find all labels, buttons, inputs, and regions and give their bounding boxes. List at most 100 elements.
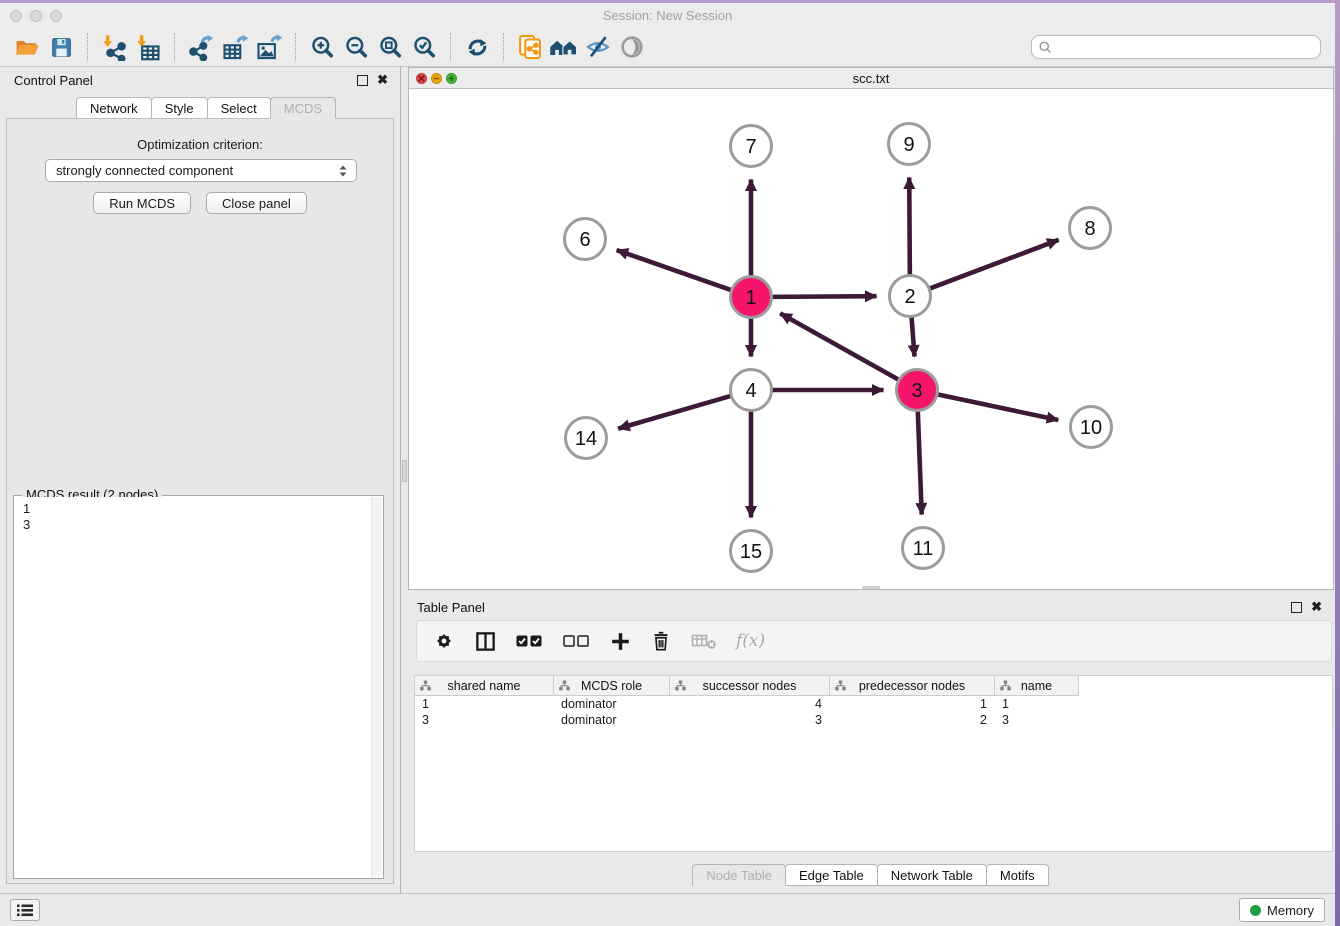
new-network-from-selection-button[interactable]: [513, 31, 547, 63]
tab-mcds[interactable]: MCDS: [270, 97, 336, 119]
network-graph[interactable]: 1 2 3 4 6 7 8 9 10 11 14 15: [409, 89, 1333, 589]
network-minimize-button[interactable]: [431, 73, 442, 84]
memory-button[interactable]: Memory: [1239, 898, 1325, 922]
search-field[interactable]: [1031, 35, 1321, 59]
graph-edge-3-1[interactable]: [780, 313, 901, 381]
splitter-handle[interactable]: [402, 460, 407, 482]
graph-node-7[interactable]: 7: [731, 126, 772, 167]
title-bar: Session: New Session: [0, 3, 1335, 28]
network-close-button[interactable]: [416, 73, 427, 84]
graph-edge-2-8[interactable]: [927, 240, 1058, 290]
graph-edge-3-10[interactable]: [935, 394, 1058, 420]
tab-node-table[interactable]: Node Table: [692, 864, 786, 886]
delete-table-icon: [691, 630, 717, 652]
table-cell[interactable]: 2: [830, 712, 995, 728]
table-cell[interactable]: 3: [670, 712, 830, 728]
table-cell[interactable]: dominator: [554, 696, 670, 712]
tab-network[interactable]: Network: [76, 97, 152, 119]
column-header-successor-nodes[interactable]: successor nodes: [670, 676, 830, 696]
graph-node-8[interactable]: 8: [1070, 208, 1111, 249]
tab-style[interactable]: Style: [151, 97, 208, 119]
table-cell[interactable]: 1: [830, 696, 995, 712]
graph-node-1[interactable]: 1: [731, 277, 772, 318]
show-all-button[interactable]: [615, 31, 649, 63]
table-cell[interactable]: 4: [670, 696, 830, 712]
apply-layout-button[interactable]: [460, 31, 494, 63]
graph-edge-3-11[interactable]: [918, 408, 922, 514]
hide-selected-button[interactable]: [581, 31, 615, 63]
node-table[interactable]: shared nameMCDS rolesuccessor nodesprede…: [414, 675, 1333, 852]
zoom-out-button[interactable]: [339, 31, 373, 63]
graph-node-2[interactable]: 2: [890, 276, 931, 317]
tab-select[interactable]: Select: [207, 97, 271, 119]
graph-node-15[interactable]: 15: [731, 531, 772, 572]
optimization-criterion-select[interactable]: strongly connected component: [45, 159, 357, 182]
graph-node-9[interactable]: 9: [889, 124, 930, 165]
zoom-fit-button[interactable]: [373, 31, 407, 63]
mcds-result-list[interactable]: 1 3: [15, 497, 370, 877]
mcds-result-scrollbar[interactable]: [371, 497, 382, 877]
zoom-selected-button[interactable]: [407, 31, 441, 63]
close-panel-button[interactable]: Close panel: [206, 192, 307, 214]
table-row[interactable]: 3dominator323: [415, 712, 1332, 728]
deselect-all-button[interactable]: [563, 634, 591, 648]
add-column-icon: [610, 631, 631, 652]
export-table-button[interactable]: [218, 31, 252, 63]
graph-edge-1-2[interactable]: [769, 296, 876, 297]
svg-text:2: 2: [904, 286, 915, 308]
table-row[interactable]: 1dominator411: [415, 696, 1332, 712]
graph-node-10[interactable]: 10: [1071, 407, 1112, 448]
graph-node-14[interactable]: 14: [566, 418, 607, 459]
graph-edge-1-6[interactable]: [617, 250, 734, 291]
column-type-icon: [559, 680, 570, 691]
table-header-row: shared nameMCDS rolesuccessor nodesprede…: [415, 676, 1332, 696]
save-session-button[interactable]: [44, 31, 78, 63]
table-settings-button[interactable]: [433, 630, 455, 652]
export-image-button[interactable]: [252, 31, 286, 63]
graph-edge-4-14[interactable]: [618, 395, 733, 428]
import-network-button[interactable]: [97, 31, 131, 63]
close-table-panel-icon[interactable]: ✖: [1311, 601, 1322, 612]
graph-node-6[interactable]: 6: [565, 219, 606, 260]
search-input[interactable]: [1053, 40, 1314, 55]
column-visibility-icon: [474, 630, 497, 653]
network-maximize-button[interactable]: [446, 73, 457, 84]
run-mcds-button[interactable]: Run MCDS: [93, 192, 191, 214]
add-column-button[interactable]: [610, 631, 631, 652]
graph-edge-2-3[interactable]: [911, 314, 914, 356]
graph-edge-2-9[interactable]: [909, 177, 910, 277]
table-cell[interactable]: dominator: [554, 712, 670, 728]
network-resize-handle[interactable]: [862, 586, 880, 589]
close-panel-icon[interactable]: ✖: [377, 74, 388, 85]
column-header-name[interactable]: name: [995, 676, 1079, 696]
delete-column-button[interactable]: [650, 630, 672, 652]
tab-edge-table[interactable]: Edge Table: [785, 864, 878, 886]
control-panel-title: Control Panel: [14, 73, 93, 88]
select-all-button[interactable]: [516, 634, 544, 648]
open-session-button[interactable]: [10, 31, 44, 63]
float-panel-icon[interactable]: [357, 75, 368, 86]
task-history-button[interactable]: [10, 899, 40, 921]
graph-node-4[interactable]: 4: [731, 370, 772, 411]
table-cell[interactable]: 3: [415, 712, 554, 728]
import-table-button[interactable]: [131, 31, 165, 63]
vertical-splitter[interactable]: [400, 67, 408, 893]
column-header-predecessor-nodes[interactable]: predecessor nodes: [830, 676, 995, 696]
float-table-panel-icon[interactable]: [1291, 602, 1302, 613]
network-window-titlebar[interactable]: scc.txt: [409, 68, 1333, 89]
column-header-MCDS-role[interactable]: MCDS role: [554, 676, 670, 696]
column-header-shared-name[interactable]: shared name: [415, 676, 554, 696]
first-neighbors-button[interactable]: [547, 31, 581, 63]
tab-motifs[interactable]: Motifs: [986, 864, 1049, 886]
apply-layout-icon: [464, 34, 491, 61]
table-cell[interactable]: 1: [415, 696, 554, 712]
table-cell[interactable]: 3: [995, 712, 1079, 728]
graph-node-3[interactable]: 3: [897, 370, 938, 411]
graph-node-11[interactable]: 11: [903, 528, 944, 569]
zoom-in-button[interactable]: [305, 31, 339, 63]
export-network-button[interactable]: [184, 31, 218, 63]
column-visibility-button[interactable]: [474, 630, 497, 653]
table-cell[interactable]: 1: [995, 696, 1079, 712]
tab-network-table[interactable]: Network Table: [877, 864, 987, 886]
network-canvas[interactable]: 1 2 3 4 6 7 8 9 10 11 14 15: [409, 89, 1333, 589]
